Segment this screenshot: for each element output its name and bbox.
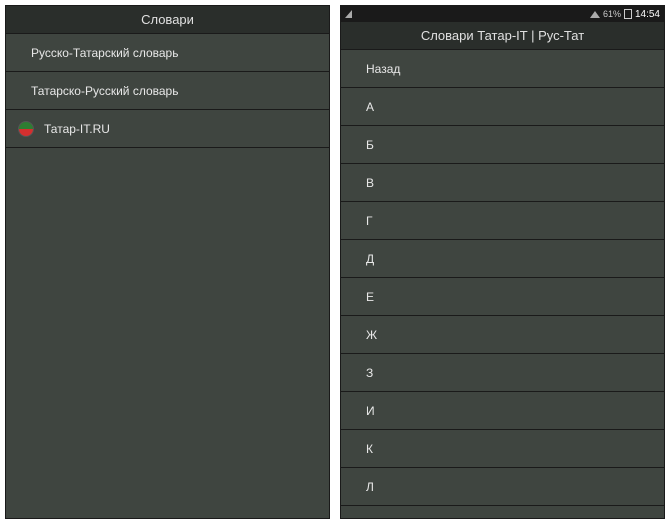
alphabet-list: Назад А Б В Г Д Е Ж З И К — [341, 50, 664, 518]
header-bar: Словари Татар-IT | Рус-Тат — [341, 22, 664, 50]
list-item-label: Татар-IT.RU — [44, 122, 110, 136]
battery-percent: 61% — [603, 9, 621, 19]
site-icon — [18, 121, 34, 137]
list-item-label: В — [366, 176, 374, 190]
status-bar: 61% 14:54 — [341, 6, 664, 22]
list-item-label: Татарско-Русский словарь — [31, 84, 178, 98]
list-item-letter[interactable]: Л — [341, 468, 664, 506]
list-item-label: А — [366, 100, 374, 114]
list-item-label: И — [366, 404, 375, 418]
signal-icon — [345, 10, 352, 18]
list-item-label: Назад — [366, 62, 400, 76]
list-item-back[interactable]: Назад — [341, 50, 664, 88]
list-item-letter[interactable]: Д — [341, 240, 664, 278]
battery-icon — [624, 9, 632, 19]
list-item-letter[interactable]: А — [341, 88, 664, 126]
list-item-letter[interactable]: К — [341, 430, 664, 468]
list-item-letter[interactable]: Ж — [341, 316, 664, 354]
status-left — [345, 10, 352, 18]
dictionary-list: Русско-Татарский словарь Татарско-Русски… — [6, 34, 329, 518]
header-title: Словари Татар-IT | Рус-Тат — [421, 28, 584, 43]
screen-alphabet: 61% 14:54 Словари Татар-IT | Рус-Тат Наз… — [340, 5, 665, 519]
list-item-rus-tat[interactable]: Русско-Татарский словарь — [6, 34, 329, 72]
list-item-letter[interactable]: З — [341, 354, 664, 392]
header-title: Словари — [141, 12, 194, 27]
list-item-letter[interactable]: И — [341, 392, 664, 430]
list-item-label: Г — [366, 214, 373, 228]
list-item-letter[interactable]: М — [341, 506, 664, 518]
clock: 14:54 — [635, 9, 660, 20]
list-item-label: Ж — [366, 328, 377, 342]
header-bar: Словари — [6, 6, 329, 34]
list-item-label: Л — [366, 480, 374, 494]
list-item-label: Д — [366, 252, 374, 266]
list-item-label: Б — [366, 138, 374, 152]
list-item-letter[interactable]: Б — [341, 126, 664, 164]
screen-dictionaries: Словари Русско-Татарский словарь Татарск… — [5, 5, 330, 519]
wifi-icon — [590, 11, 600, 18]
list-item-label: К — [366, 442, 373, 456]
list-item-label: М — [366, 518, 376, 519]
status-right: 61% 14:54 — [590, 9, 660, 20]
list-item-label: З — [366, 366, 373, 380]
list-item-tatar-it[interactable]: Татар-IT.RU — [6, 110, 329, 148]
list-item-letter[interactable]: Г — [341, 202, 664, 240]
list-item-letter[interactable]: В — [341, 164, 664, 202]
list-item-label: Русско-Татарский словарь — [31, 46, 178, 60]
list-item-tat-rus[interactable]: Татарско-Русский словарь — [6, 72, 329, 110]
list-item-label: Е — [366, 290, 374, 304]
list-item-letter[interactable]: Е — [341, 278, 664, 316]
